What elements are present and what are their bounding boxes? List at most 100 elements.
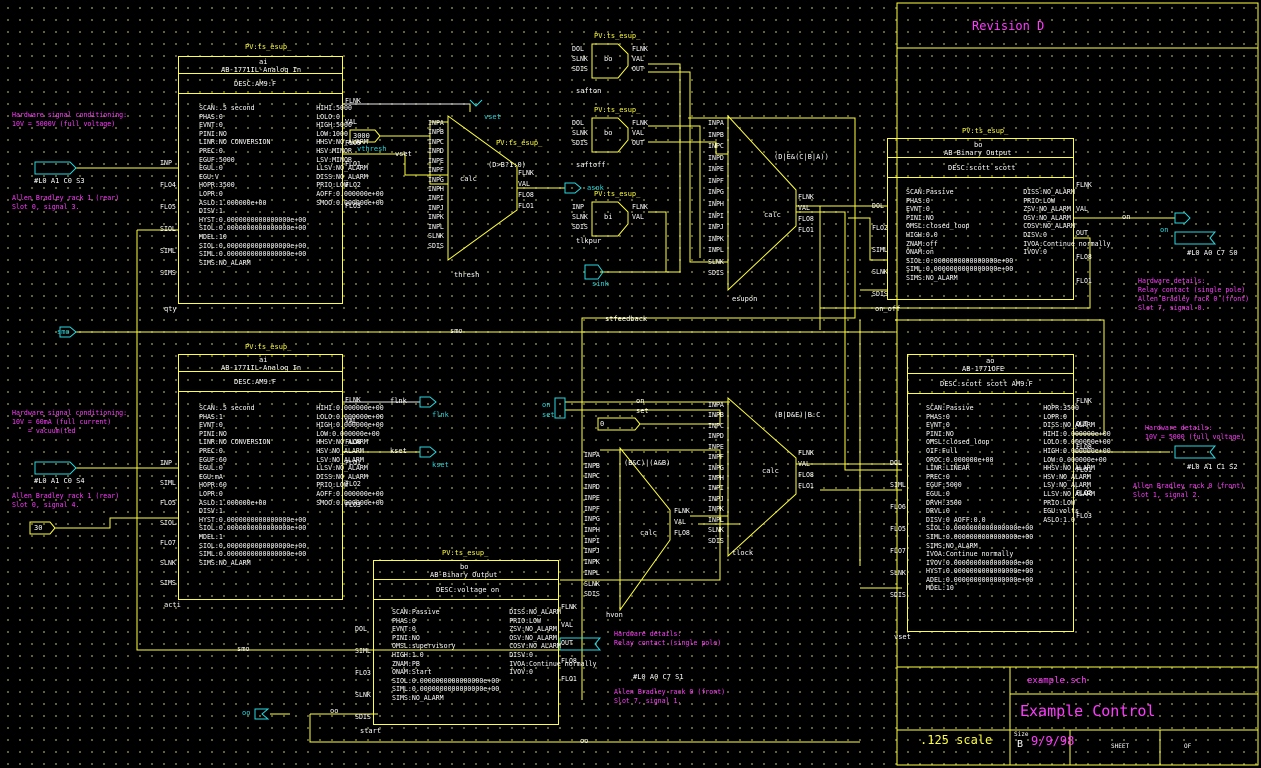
bo-right-model: AB-Binary Output: [944, 149, 1012, 157]
small-tlkpur-out-flnk: FLNK: [632, 203, 648, 211]
bo_bottom-field-4-0: OMSL:supervisory: [392, 642, 456, 651]
calc-esupon-in-inph: INPH: [708, 200, 724, 208]
bo-right-type: bo: [974, 141, 983, 149]
ai_bottom-field-16-1: [316, 543, 384, 550]
ai_top-field-12-0: DISV:1: [199, 207, 223, 216]
pin-flo8: FLO8: [561, 657, 577, 665]
ai_top-field-9-0: HOPR:3500: [199, 181, 235, 190]
signal-on-off: on_off: [875, 305, 901, 313]
note-8: Hardware details: Relay contact (single …: [614, 630, 722, 647]
bo_right-field-7-0: ONAM:on: [906, 248, 934, 257]
size-value: B: [1017, 739, 1024, 750]
calc-tlock-in-inpd: INPD: [708, 432, 724, 441]
bo_right-field-0-1: DISS:NO_ALARM: [1023, 188, 1075, 196]
calc-tlock-in-sdis: SDIS: [708, 536, 724, 545]
calc-hvon-in-inpa: INPA: [584, 451, 600, 459]
calc-hvon-in-inpj: INPJ: [584, 547, 600, 556]
bo-bottom-model: AB-Binary Output: [430, 571, 498, 579]
ai-bottom-block[interactable]: ai AB-1771IL-Analog In DESC:AM9:F SCAN:.…: [178, 354, 384, 600]
calc-hvon-out-flnk: FLNK: [674, 507, 690, 515]
calc-esupon-in-sdis: SDIS: [708, 269, 724, 278]
calc-thresh-in-inpl: INPL: [428, 222, 444, 231]
calc-thresh-out-flo8: FLO8: [518, 191, 534, 199]
bo_bottom-field-8-1: [509, 678, 596, 685]
small-saftoff-in-slnk: SLNK: [572, 129, 588, 137]
ai_top-field-14-1: [316, 225, 384, 232]
schematic-canvas[interactable]: PV:ts_esup_ ai AB-1771IL-Analog In DESC:…: [0, 0, 1261, 768]
calc-tlock-label: calc: [762, 467, 779, 475]
calc-esupon-in-inpf: INPF: [708, 176, 724, 185]
ao_right-field-7-0: LINR:LINEAR: [926, 464, 970, 473]
calc-thresh-out-flnk: FLNK: [518, 169, 534, 177]
calc-esupon-in-inpd: INPD: [708, 153, 724, 162]
bo_bottom-field-0-0: SCAN:Passive: [392, 608, 440, 616]
ai_top-field-18-1: [316, 260, 384, 267]
ai-top-block[interactable]: ai AB-1771IL-Analog In DESC:AM9:F SCAN:.…: [178, 56, 384, 304]
ai_bottom-field-2-0: EVNT:0: [199, 421, 223, 430]
calc-esupon-in-inpe: INPE: [708, 165, 724, 174]
pin-out: OUT: [1076, 420, 1088, 428]
pin-flo8: FLO8: [1076, 443, 1092, 451]
bo_right-field-10-0: SIMS:NO_ALARM: [906, 273, 958, 282]
calc-esupon-in-inpj: INPJ: [708, 223, 724, 232]
bo_bottom-field-2-0: EVNT:0: [392, 625, 416, 634]
bo_bottom-field-10-1: [509, 695, 596, 702]
calc-tlock-in-inpk: INPK: [708, 505, 724, 514]
signal-on-conn: on: [1160, 226, 1169, 234]
ao_right-field-14-1: [1043, 525, 1111, 532]
pin-siol: SIOL: [160, 519, 176, 527]
pin-flo6: FLO6: [890, 503, 906, 511]
calc-hvon-in-inpe: INPE: [584, 493, 600, 502]
pin-flnk: FLNK: [1076, 397, 1092, 405]
ai_top-field-13-0: HYST:0.0000000000000000e+00: [199, 215, 307, 224]
bo_right-field-0-0: SCAN:Passive: [906, 188, 954, 196]
ao_right-field-4-0: OMSL:closed_loop: [926, 438, 990, 447]
small-tlkpur-in-slnk: SLNK: [572, 213, 588, 221]
ai_top-field-3-0: PINI:NO: [199, 129, 227, 138]
pin-sdis: SDIS: [355, 713, 371, 721]
signal-oo: oo: [330, 707, 339, 715]
calc-tlock-in-inpi: INPI: [708, 484, 724, 493]
signal-flnk-conn: flnk: [432, 411, 449, 419]
bo_right-field-4-0: OMSL:closed_loop: [906, 222, 970, 231]
ai_top-field-0-0: SCAN:.5 second: [199, 104, 255, 112]
ao_right-field-15-1: [1043, 534, 1111, 541]
pin-sims: SIMS: [160, 269, 176, 277]
vthresh-const-value: 3000: [353, 132, 370, 140]
ao_right-field-11-0: DRVH:3500: [926, 498, 962, 507]
pin-dol: DOL: [355, 625, 367, 633]
ao-right-fields: SCAN:Passive HOPR:3500 PHAS:0 LOPR:0 EVNT:0 D…: [926, 405, 1111, 592]
pin-val: VAL: [345, 417, 357, 425]
ai_top-field-2-0: EVNT:0: [199, 121, 223, 130]
ao-right-block[interactable]: ao AB-1771OFE DESC:scott scott AM9:F SCA…: [907, 354, 1111, 632]
pin-flo1: FLO1: [561, 675, 577, 683]
ai_bottom-field-10-1: AOFF:0.000000e+00: [316, 489, 384, 498]
ao_right-field-14-0: SIOL:0.0000000000000000e+00: [926, 524, 1034, 533]
bo-bottom-block[interactable]: bo AB-Binary Output DESC:voltage on SCAN…: [373, 560, 597, 725]
ai_bottom-field-8-0: EGU:mA: [199, 472, 223, 481]
ai_bottom-field-11-0: ASLO:1.000000e+00: [199, 498, 267, 507]
ao_right-field-0-1: HOPR:3500: [1043, 404, 1079, 412]
bo-right-block[interactable]: bo AB-Binary Output DESC:scott scott SCA…: [887, 138, 1111, 300]
ai-bottom-desc: DESC:AM9:F: [234, 378, 277, 386]
pin-inp: INP: [160, 459, 172, 467]
pin-flo2: FLO2: [345, 181, 361, 189]
small-safton-out-flnk: FLNK: [632, 45, 648, 53]
pin-slnk: SLNK: [355, 691, 371, 699]
ai_top-field-10-0: LOPR:0: [199, 189, 223, 198]
thirty-const: 30: [34, 524, 43, 532]
calc-esupon-out-flo1: FLO1: [798, 226, 814, 234]
calc-tlock-in-inpj: INPJ: [708, 494, 724, 503]
pin-flo4: FLO4: [160, 181, 176, 189]
calc-esupon-name: esupon: [732, 295, 758, 303]
signal-asok: asok: [587, 184, 604, 192]
pin-sdis: SDIS: [872, 290, 888, 298]
calc-esupon-in-inpg: INPG: [708, 188, 724, 197]
small-tlkpur-in-inp: INP: [572, 203, 584, 211]
ao-right-type: ao: [986, 357, 995, 365]
ao_right-field-6-0: OROC:0.000000e+00: [926, 455, 994, 464]
ai_bottom-field-14-0: SIOL:0.0000000000000000e+00: [199, 524, 307, 533]
bo_right-field-1-0: PHAS:0: [906, 196, 930, 205]
calc-hvon-name: hvon: [606, 611, 623, 619]
signal-stfeedback: stfeedback: [605, 315, 648, 323]
